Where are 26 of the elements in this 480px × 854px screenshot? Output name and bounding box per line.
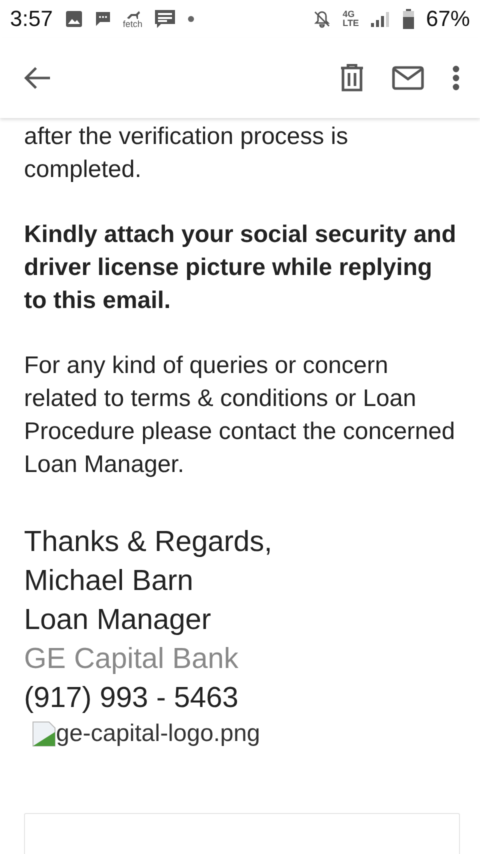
chat-icon xyxy=(94,11,111,27)
signature-line: (917) 993 - 5463 xyxy=(24,681,240,716)
image-icon xyxy=(64,10,83,28)
more-button[interactable] xyxy=(452,65,460,91)
signature-line: GE Capital Bank xyxy=(24,642,240,677)
network-type: LTE xyxy=(342,19,359,28)
image-alt-text: ge-capital-logo.png xyxy=(56,720,260,748)
back-button[interactable] xyxy=(24,66,52,90)
signature-line: Loan Manager xyxy=(24,603,212,638)
status-time: 3:57 xyxy=(10,6,53,32)
signature-line: Michael Barn xyxy=(24,564,194,599)
signal-icon xyxy=(370,11,391,27)
mail-button[interactable] xyxy=(392,66,424,90)
battery-icon xyxy=(402,9,414,29)
battery-percent: 67% xyxy=(426,6,470,32)
message-icon xyxy=(154,9,176,29)
network-type: 4G xyxy=(342,10,356,19)
delete-button[interactable] xyxy=(340,64,364,92)
email-paragraph: Kindly attach your social security and driver license picture while replying to this email. xyxy=(24,220,458,316)
signature-line: Thanks & Regards, xyxy=(24,525,274,560)
dot-icon xyxy=(188,16,194,22)
broken-image-icon xyxy=(32,721,56,747)
bell-off-icon xyxy=(312,10,331,28)
app-label: fetch xyxy=(122,20,142,28)
email-paragraph: For any kind of queries or concern related to terms & conditions or Loan Procedure please contact the concerned Loan Manager. xyxy=(24,351,456,480)
email-paragraph: after the verification process is completed. xyxy=(24,122,350,185)
